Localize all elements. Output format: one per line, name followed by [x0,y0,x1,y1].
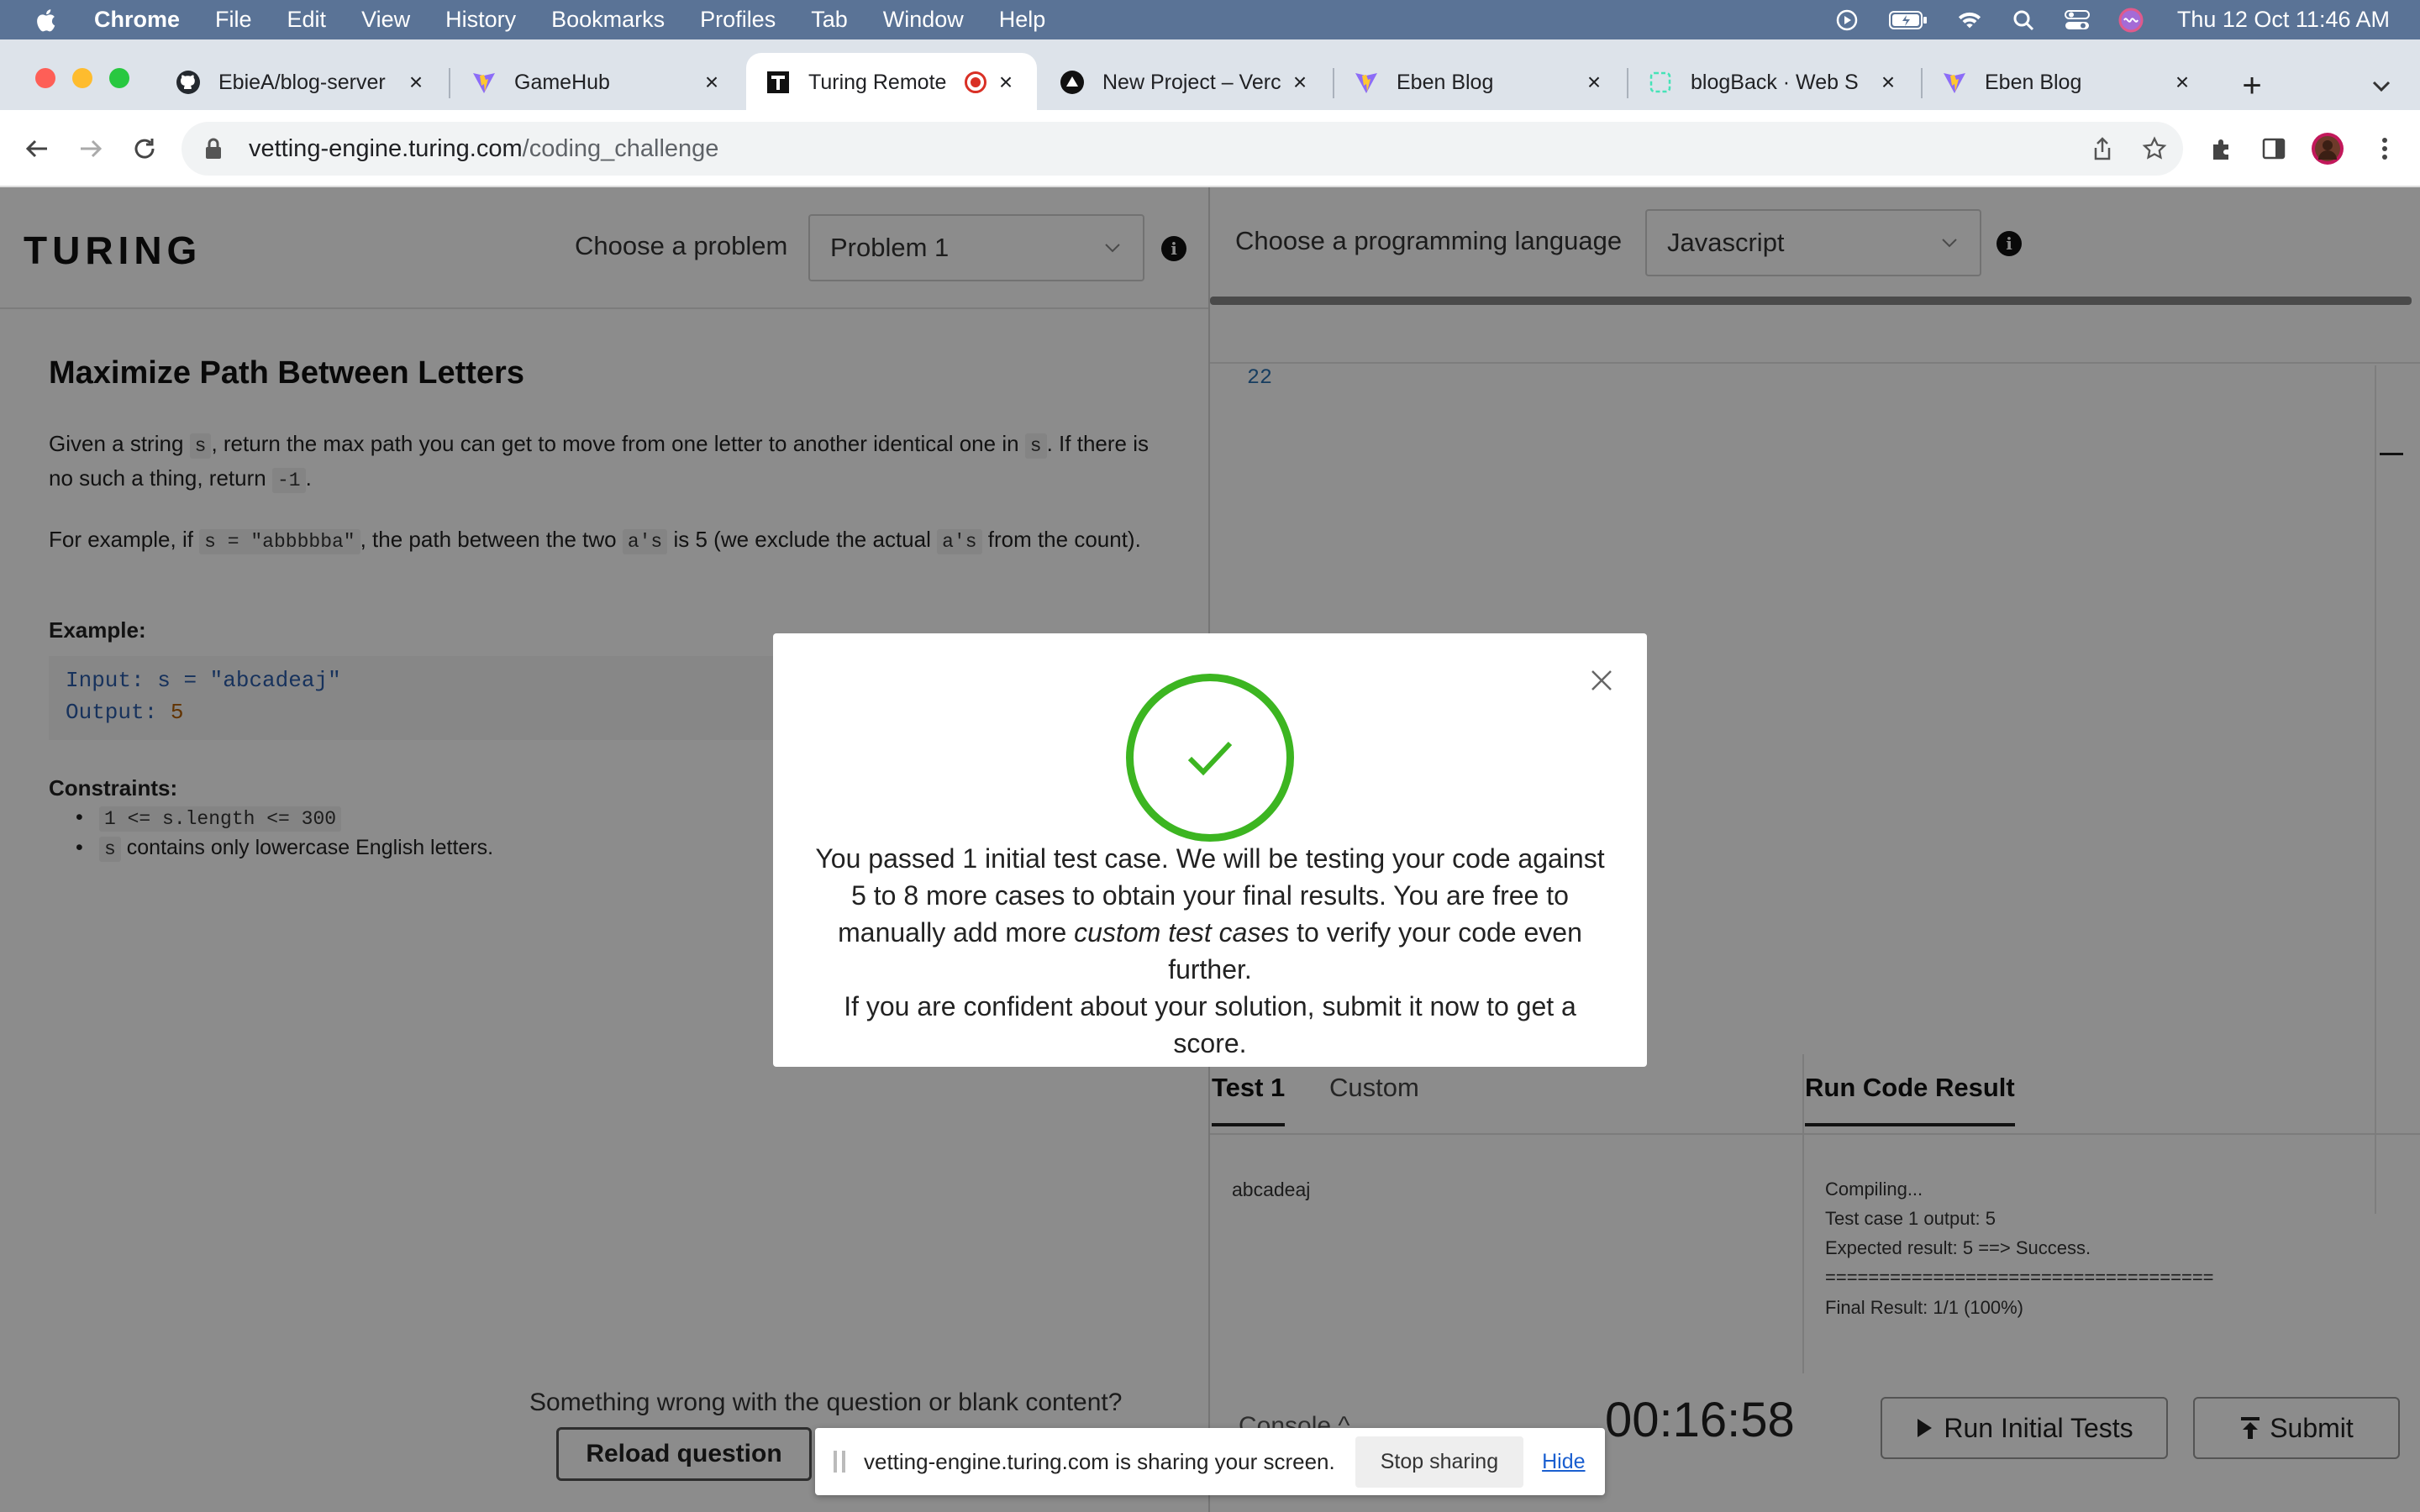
tab-separator [449,68,450,98]
tab-close-icon[interactable]: × [1581,69,1607,95]
vite-icon [1941,69,1968,96]
tab-title: New Project – Verc [1102,70,1281,94]
siri-icon[interactable] [2118,8,2144,33]
lock-icon[interactable] [203,137,224,160]
drag-handle-icon[interactable] [834,1451,845,1473]
stop-sharing-button[interactable]: Stop sharing [1355,1436,1524,1488]
tab-title: GameHub [514,70,610,94]
browser-tab[interactable]: Eben Blog × [1923,53,2213,112]
vercel-icon [1059,69,1086,96]
hide-link[interactable]: Hide [1542,1450,1585,1474]
tab-title: EbieA/blog-server [218,70,386,94]
window-zoom-button[interactable] [109,68,129,88]
tab-close-icon[interactable]: × [2170,69,2195,95]
menu-view[interactable]: View [361,7,410,33]
apple-icon[interactable] [34,7,57,34]
menu-tab[interactable]: Tab [811,7,848,33]
menu-profiles[interactable]: Profiles [700,7,776,33]
menu-window[interactable]: Window [883,7,964,33]
tab-search-chevron-icon[interactable] [2365,69,2398,102]
address-domain: vetting-engine.turing.com [249,134,523,162]
battery-icon[interactable] [1888,8,1928,33]
chrome-menu-icon[interactable] [2366,130,2403,167]
menu-edit[interactable]: Edit [287,7,327,33]
vite-icon [1353,69,1380,96]
menu-status-area: Thu 12 Oct 11:46 AM [1806,0,2390,39]
recording-indicator-icon [965,71,986,93]
vite-icon [471,69,497,96]
github-icon [175,69,202,96]
browser-tab[interactable]: Eben Blog × [1334,53,1625,112]
modal-emphasis: custom test cases [1074,917,1290,948]
menu-file[interactable]: File [215,7,252,33]
close-icon[interactable] [1588,667,1615,694]
tab-title: Eben Blog [1985,70,2082,94]
screen-sharing-bar: vetting-engine.turing.com is sharing you… [815,1428,1605,1495]
new-tab-plus-icon[interactable]: + [2232,66,2272,106]
back-arrow-icon[interactable] [18,130,55,167]
spotlight-search-icon[interactable] [2011,8,2036,33]
browser-tab-strip: EbieA/blog-server × GameHub × Turing Rem… [0,39,2420,112]
share-icon[interactable] [2087,134,2118,164]
window-close-button[interactable] [35,68,55,88]
address-path: /coding_challenge [522,134,719,162]
address-bar[interactable]: vetting-engine.turing.com/coding_challen… [182,122,2183,176]
menu-help[interactable]: Help [999,7,1046,33]
modal-text: If you are confident about your solution… [844,991,1576,1058]
bookmark-star-icon[interactable] [2139,134,2170,164]
forward-arrow-icon[interactable] [72,130,109,167]
browser-tab[interactable]: EbieA/blog-server × [156,53,447,112]
control-center-icon[interactable] [2064,8,2090,33]
modal-message: You passed 1 initial test case. We will … [807,840,1613,1062]
tab-title: Turing Remote [808,70,947,94]
tab-close-icon[interactable]: × [699,69,724,95]
play-circle-icon[interactable] [1834,8,1860,33]
tab-close-icon[interactable]: × [1876,69,1901,95]
menu-clock[interactable]: Thu 12 Oct 11:46 AM [2177,7,2390,33]
browser-toolbar: vetting-engine.turing.com/coding_challen… [0,110,2420,187]
menu-bookmarks[interactable]: Bookmarks [551,7,665,33]
test-result-modal: You passed 1 initial test case. We will … [773,633,1647,1067]
side-panel-icon[interactable] [2255,130,2292,167]
reload-icon[interactable] [126,130,163,167]
tab-close-icon[interactable]: × [403,69,429,95]
browser-tab-active[interactable]: Turing Remote × [746,53,1037,112]
window-minimize-button[interactable] [72,68,92,88]
profile-avatar[interactable] [2309,130,2346,167]
extensions-puzzle-icon[interactable] [2203,130,2240,167]
wifi-icon[interactable] [1957,8,1982,33]
render-icon [1647,69,1674,96]
success-check-icon [1126,674,1294,842]
turing-icon [765,69,792,96]
menu-app-name[interactable]: Chrome [94,7,180,33]
tab-close-icon[interactable]: × [993,69,1018,95]
macos-menu-bar: Chrome File Edit View History Bookmarks … [0,0,2420,39]
browser-tab[interactable]: New Project – Verc × [1040,53,1331,112]
browser-tab[interactable]: blogBack · Web S × [1628,53,1919,112]
tab-close-icon[interactable]: × [1287,69,1313,95]
sharing-message: vetting-engine.turing.com is sharing you… [864,1448,1335,1474]
menu-history[interactable]: History [445,7,516,33]
browser-tab[interactable]: GameHub × [452,53,743,112]
tab-title: Eben Blog [1397,70,1494,94]
tab-title: blogBack · Web S [1691,70,1859,94]
